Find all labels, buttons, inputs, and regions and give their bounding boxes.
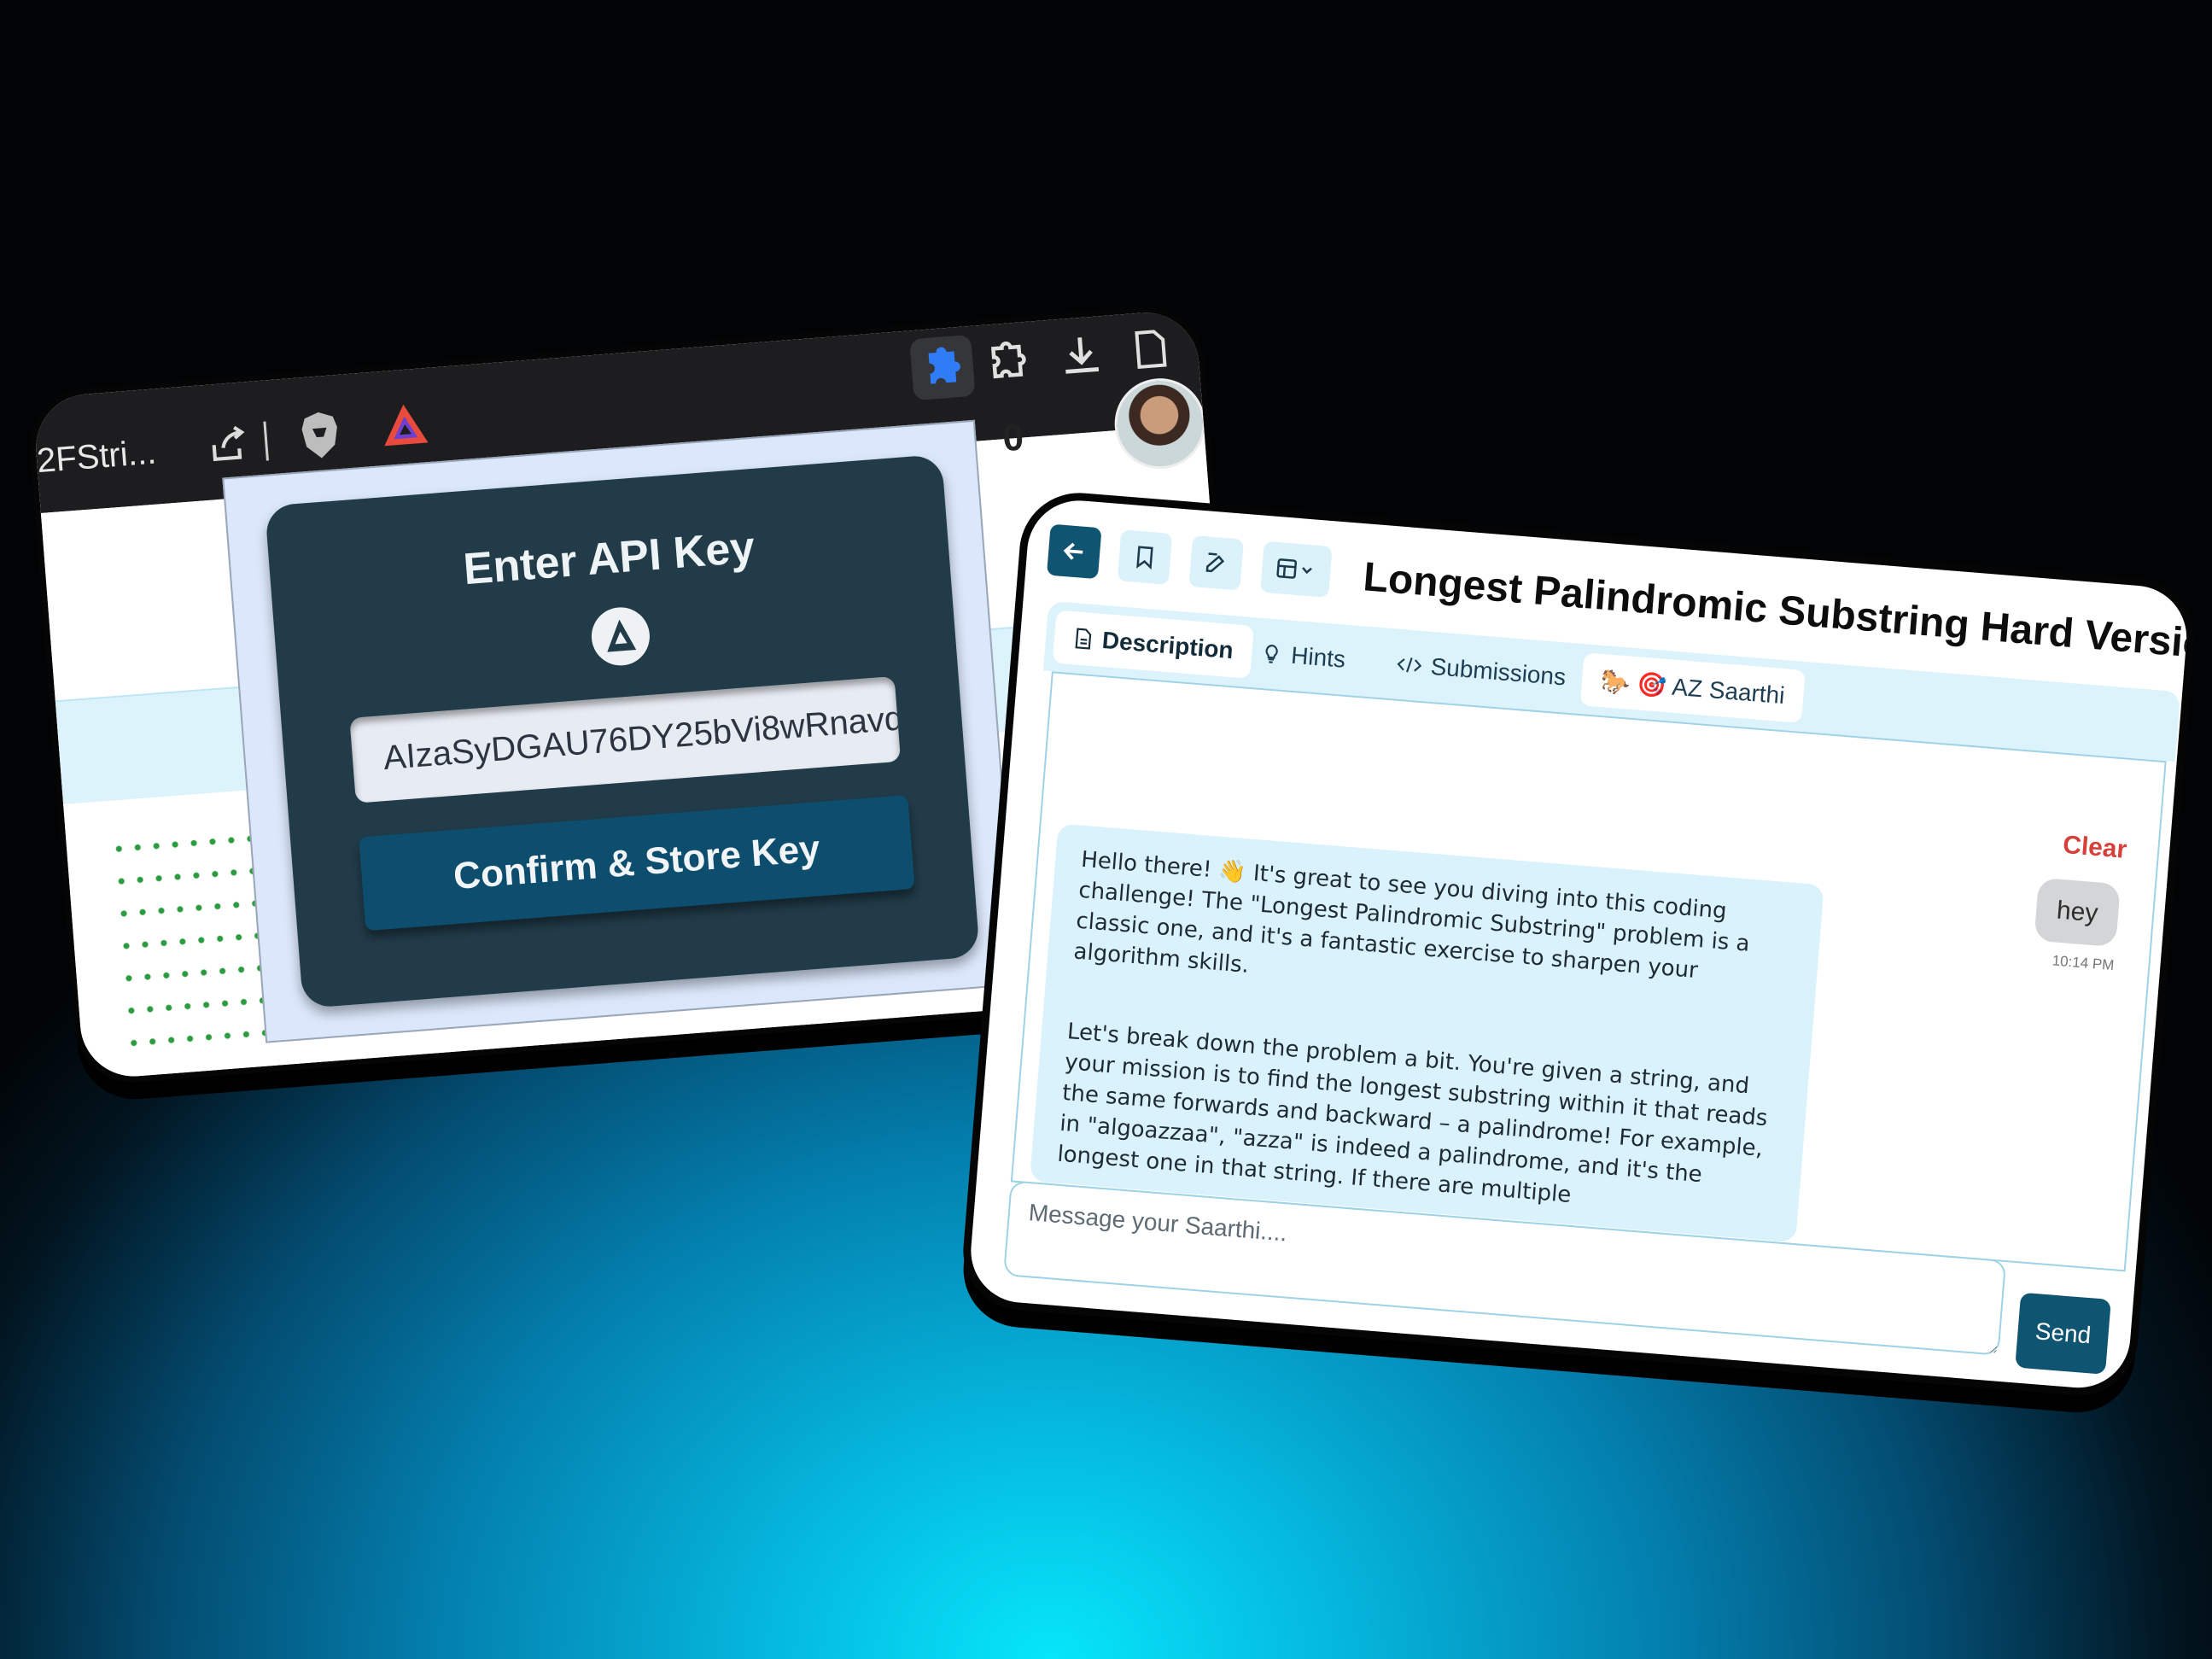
bookmark-icon <box>1136 546 1153 570</box>
tab-submissions-label: Submissions <box>1429 652 1567 691</box>
assistant-message-bubble: Hello there! 👋 It's great to see you div… <box>1029 823 1824 1243</box>
tab-az-saarthi-label: 🐎 🎯 AZ Saarthi <box>1599 667 1786 709</box>
layout-dropdown-button[interactable] <box>1260 540 1333 598</box>
az-saarthi-extension-icon[interactable] <box>379 400 430 448</box>
notes-button[interactable] <box>1188 535 1245 591</box>
code-icon <box>1397 657 1422 673</box>
download-icon[interactable] <box>1054 330 1107 383</box>
send-button[interactable]: Send <box>2015 1292 2111 1375</box>
back-button[interactable] <box>1046 523 1102 580</box>
tab-description[interactable]: Description <box>1052 610 1254 679</box>
confirm-store-key-button[interactable]: Confirm & Store Key <box>359 795 915 932</box>
browser-tab-title[interactable]: 2FStri... <box>36 434 158 482</box>
popup-panel: Enter API Key AIzaSyDGAU76DY25bVi8wRnavq… <box>265 453 980 1009</box>
page-icon[interactable] <box>1131 326 1169 371</box>
tab-hints[interactable]: Hints <box>1240 625 1366 687</box>
api-key-popup: Enter API Key AIzaSyDGAU76DY25bVi8wRnavq… <box>222 419 1018 1043</box>
extensions-puzzle-icon[interactable] <box>979 335 1034 389</box>
extensions-active-button[interactable] <box>909 334 976 401</box>
user-message-bubble: hey <box>2034 877 2121 948</box>
assistant-message-paragraph: Hello there! 👋 It's great to see you div… <box>1072 846 1751 984</box>
share-icon[interactable] <box>205 421 251 467</box>
puzzle-active-icon <box>928 347 960 384</box>
bookmark-button[interactable] <box>1117 529 1173 585</box>
clear-chat-button[interactable]: Clear <box>2057 829 2133 866</box>
tab-hints-label: Hints <box>1290 641 1347 673</box>
edit-icon <box>1205 552 1225 573</box>
lightbulb-icon <box>1265 645 1278 663</box>
chat-panel: Clear hey 10:14 PM Hello there! 👋 It's g… <box>1010 671 2167 1272</box>
az-saarthi-chat-card: Longest Palindromic Substring Hard Versi… <box>959 488 2199 1400</box>
popup-title: Enter API Key <box>461 523 757 595</box>
user-message-time: 10:14 PM <box>2051 952 2116 974</box>
brave-shield-icon[interactable] <box>297 409 343 462</box>
arrow-left-icon <box>1063 542 1083 560</box>
az-logo-icon <box>589 605 652 668</box>
streak-counter: 0 <box>1001 416 1025 460</box>
api-key-input[interactable]: AIzaSyDGAU76DY25bVi8wRnavqFN <box>349 675 902 803</box>
tab-description-label: Description <box>1100 626 1234 664</box>
tab-az-saarthi[interactable]: 🐎 🎯 AZ Saarthi <box>1579 652 1806 723</box>
layout-icon <box>1276 558 1312 579</box>
toolbar-divider <box>263 421 269 461</box>
tab-submissions[interactable]: Submissions <box>1375 636 1586 705</box>
document-icon <box>1075 628 1092 650</box>
